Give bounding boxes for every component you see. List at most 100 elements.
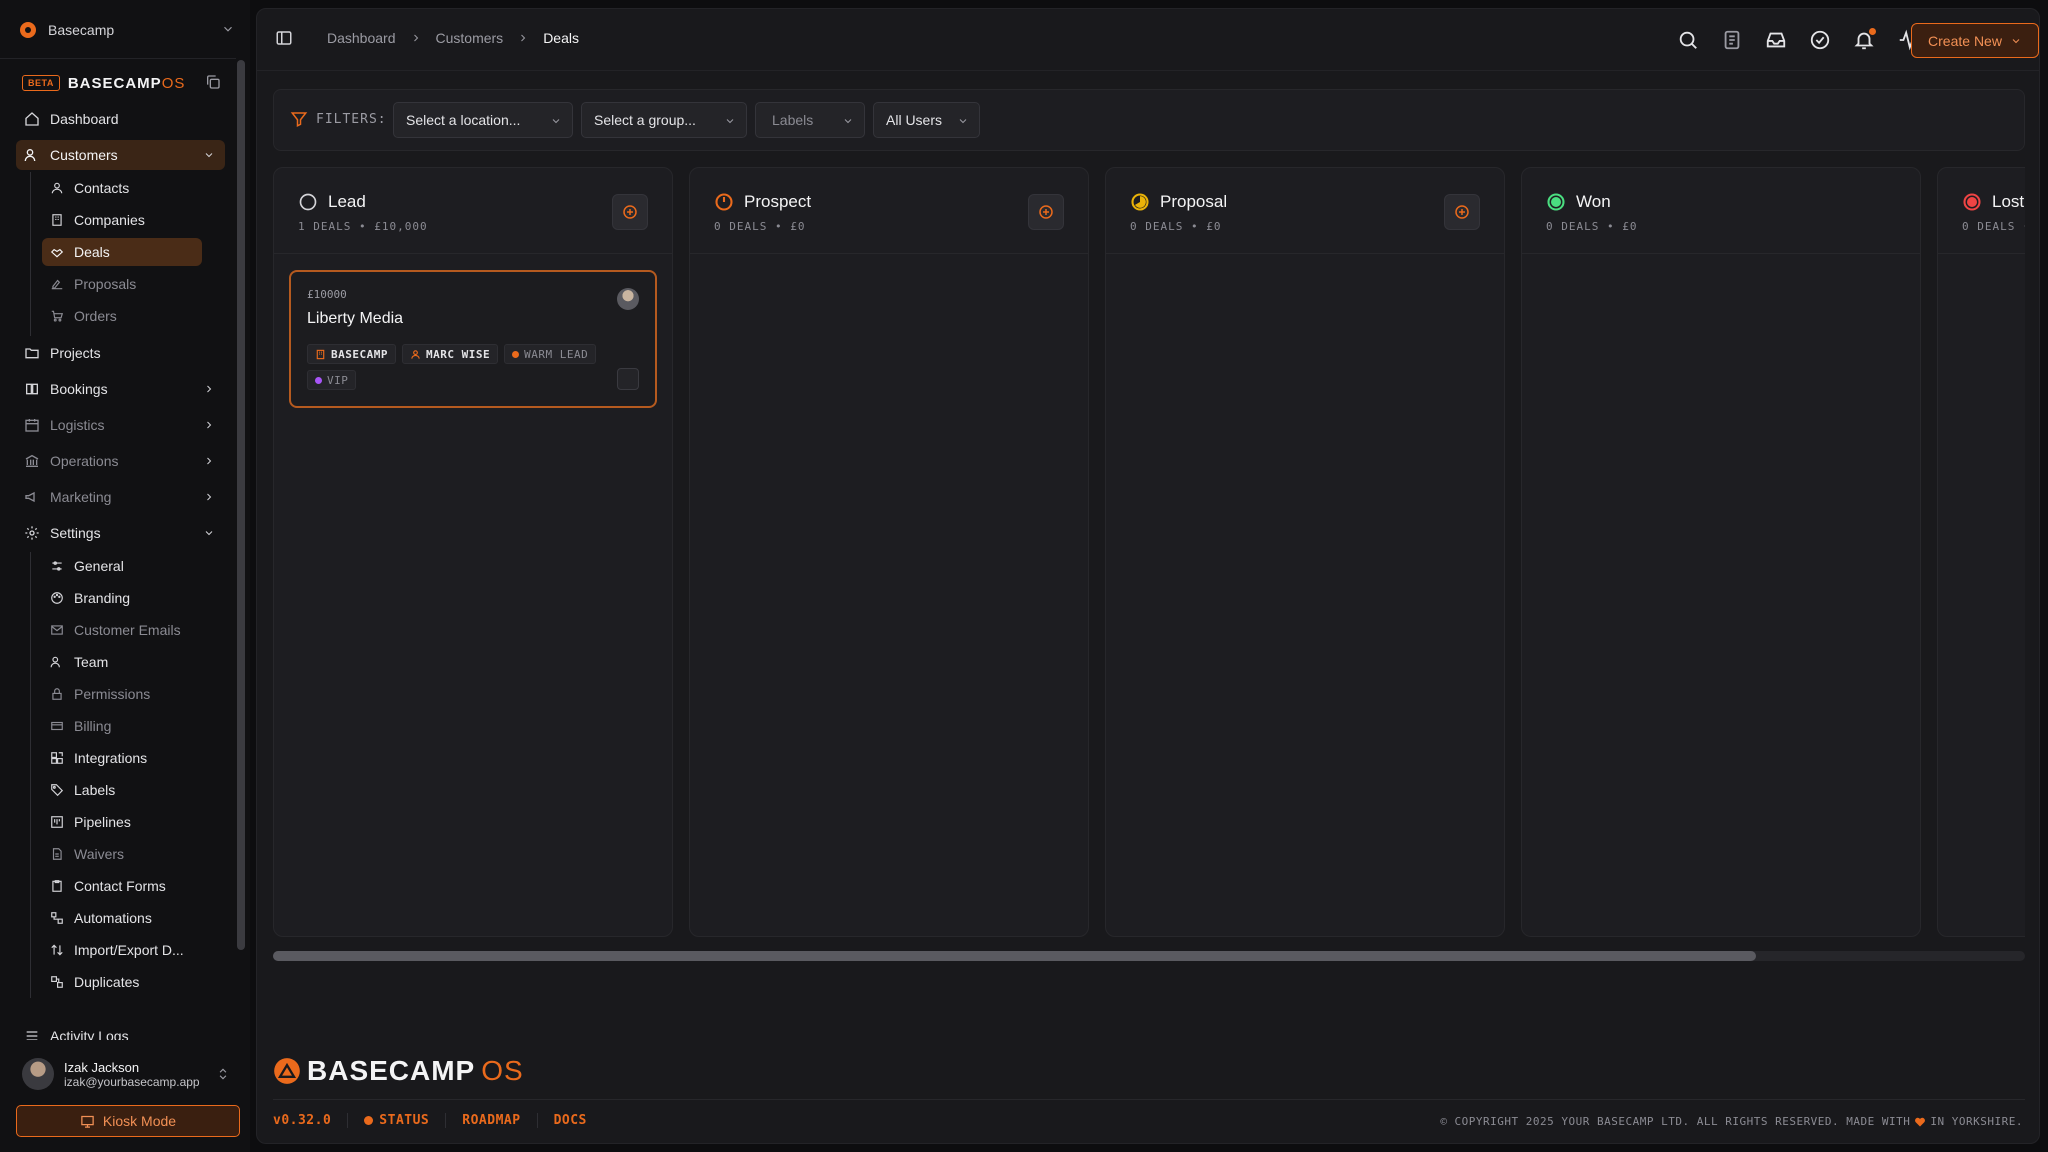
footer-links: v0.32.0 STATUS ROADMAP DOCS [273,1113,603,1128]
beta-badge: BETA [22,75,60,91]
bell-icon[interactable] [1853,28,1876,51]
sidebar-label: Companies [74,212,145,228]
sidebar-item-integrations[interactable]: Integrations [42,744,202,772]
status-link-text: STATUS [379,1113,430,1128]
chevron-right-icon [207,421,212,429]
column-meta: 0 DEALS • £0 [714,220,806,233]
status-link[interactable]: STATUS [348,1113,447,1128]
sidebar-item-logistics[interactable]: Logistics [16,410,225,440]
sidebar-item-permissions[interactable]: Permissions [42,680,202,708]
sidebar-label: General [74,558,124,574]
select-checkbox[interactable] [617,368,639,390]
inbox-icon[interactable] [1765,29,1787,51]
labels-select[interactable]: Labels [755,102,865,138]
sidebar-item-pipelines[interactable]: Pipelines [42,808,202,836]
megaphone-icon [25,491,35,503]
workspace-switcher[interactable]: Basecamp [20,15,235,45]
add-deal-button[interactable] [1444,194,1480,230]
pipeline-column-won: Won 0 DEALS • £0 [1521,167,1921,937]
user-menu[interactable]: Izak Jackson izak@yourbasecamp.app [22,1054,234,1094]
kiosk-mode-button[interactable]: Kiosk Mode [16,1105,240,1137]
user-icon [411,349,420,359]
chevron-right-icon [207,385,212,393]
chevron-right-icon [207,457,212,465]
create-new-button[interactable]: Create New [1911,23,2039,58]
tag-label-warm-lead[interactable]: WARM LEAD [504,344,597,364]
sidebar-item-activity-logs[interactable]: Activity Logs [16,1028,225,1040]
plus-circle-icon [1039,205,1053,219]
sidebar-item-general[interactable]: General [42,552,202,580]
filled-circle-icon [1547,193,1565,211]
sidebar-item-contact-forms[interactable]: Contact Forms [42,872,202,900]
sidebar-item-contacts[interactable]: Contacts [42,174,202,202]
group-select[interactable]: Select a group... [581,102,747,138]
sidebar: Basecamp BETA BASECAMPOS Dashboard Custo… [0,0,250,1152]
sidebar-item-deals[interactable]: Deals [42,238,202,266]
main-panel: Dashboard Customers Deals Create New FIL… [256,8,2040,1144]
building-icon [316,349,325,359]
filter-bar: FILTERS: Select a location... Select a g… [273,89,2025,151]
sidebar-label: Pipelines [74,814,131,830]
add-deal-button[interactable] [612,194,648,230]
sidebar-item-duplicates[interactable]: Duplicates [42,968,202,996]
sidebar-item-settings[interactable]: Settings [16,518,225,548]
sidebar-item-customers[interactable]: Customers [16,140,225,170]
sidebar-label: Dashboard [50,111,119,127]
sidebar-item-waivers[interactable]: Waivers [42,840,202,868]
roadmap-link[interactable]: ROADMAP [446,1113,538,1128]
check-circle-icon[interactable] [1809,29,1831,51]
sidebar-item-import-export[interactable]: Import/Export D... [42,936,202,964]
tag-owner[interactable]: MARC WISE [401,344,499,364]
sidebar-item-customer-emails[interactable]: Customer Emails [42,616,202,644]
docs-link[interactable]: DOCS [538,1113,603,1128]
sidebar-label: Waivers [74,846,125,862]
credit-card-icon [51,721,63,731]
signature-icon [51,279,63,290]
sliders-icon [52,561,62,571]
sidebar-label: Integrations [74,750,148,766]
sidebar-label: Projects [50,345,101,361]
sidebar-label: Bookings [50,381,108,397]
pipeline-column-proposal: Proposal 0 DEALS • £0 [1105,167,1505,937]
sidebar-item-billing[interactable]: Billing [42,712,202,740]
users-select[interactable]: All Users [873,102,980,138]
sidebar-scrollbar[interactable] [237,60,245,950]
list-icon [26,1031,38,1040]
plus-circle-icon [623,205,637,219]
cart-icon [51,310,64,322]
sidebar-toggle-icon[interactable] [275,29,293,47]
location-select[interactable]: Select a location... [393,102,573,138]
sidebar-item-labels[interactable]: Labels [42,776,202,804]
sidebar-item-proposals[interactable]: Proposals [42,270,202,298]
deal-card[interactable]: £10000 Liberty Media BASECAMP MARC WISE … [289,270,657,408]
sidebar-item-orders[interactable]: Orders [42,302,202,330]
chevron-right-icon [207,493,212,501]
sidebar-item-bookings[interactable]: Bookings [16,374,225,404]
monitor-icon [81,1115,94,1128]
sidebar-label: Logistics [50,417,105,433]
tag-company[interactable]: BASECAMP [307,344,396,364]
tag-label: VIP [327,373,349,387]
toolbar-icons [1677,28,1919,51]
breadcrumb-customers[interactable]: Customers [436,30,504,46]
sidebar-item-companies[interactable]: Companies [42,206,202,234]
sidebar-label: Contact Forms [74,878,166,894]
sidebar-item-marketing[interactable]: Marketing [16,482,225,512]
sidebar-item-branding[interactable]: Branding [42,584,202,612]
breadcrumb-dashboard[interactable]: Dashboard [327,30,396,46]
search-icon[interactable] [1677,29,1699,51]
sidebar-item-team[interactable]: Team [42,648,202,676]
deal-title: Liberty Media [307,310,404,327]
board-scrollbar[interactable] [273,951,2025,961]
board-scrollbar-thumb[interactable] [273,951,1756,961]
sidebar-item-projects[interactable]: Projects [16,338,225,368]
sidebar-item-operations[interactable]: Operations [16,446,225,476]
sidebar-item-automations[interactable]: Automations [42,904,202,932]
sidebar-item-dashboard[interactable]: Dashboard [16,104,225,134]
notes-icon[interactable] [1721,29,1743,51]
copy-icon[interactable] [205,74,221,90]
tag-label-vip[interactable]: VIP [307,370,357,390]
gear-icon [25,526,39,540]
add-deal-button[interactable] [1028,194,1064,230]
plus-circle-icon [1455,205,1469,219]
